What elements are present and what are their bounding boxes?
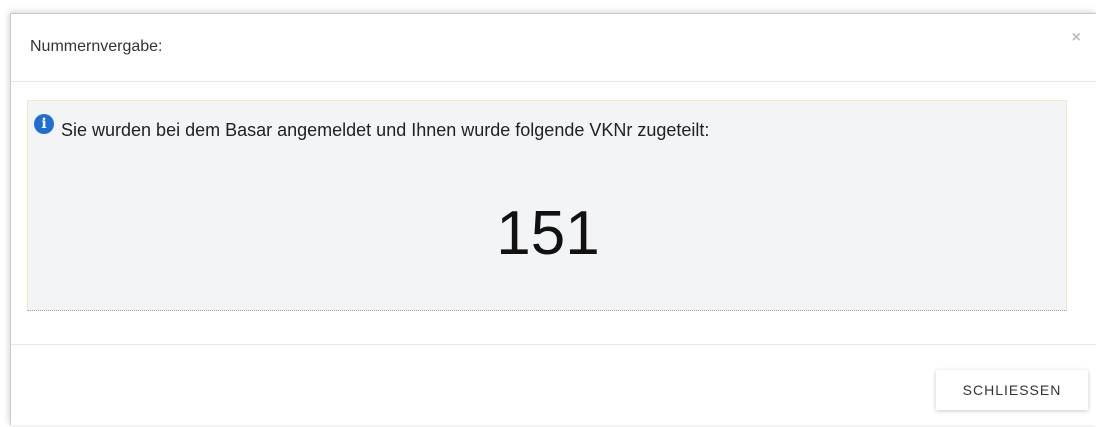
- dialog-header: Nummernvergabe: ×: [11, 14, 1096, 82]
- info-icon: i: [34, 114, 54, 134]
- close-icon[interactable]: ×: [1072, 30, 1081, 46]
- close-button[interactable]: SCHLIESSEN: [936, 370, 1088, 410]
- vk-number: 151: [496, 199, 600, 268]
- number-assignment-dialog: Nummernvergabe: × i Sie wurden bei dem B…: [10, 13, 1096, 425]
- info-message: Sie wurden bei dem Basar angemeldet und …: [61, 120, 710, 140]
- info-alert: i Sie wurden bei dem Basar angemeldet un…: [27, 100, 1067, 311]
- dialog-title: Nummernvergabe:: [30, 38, 163, 55]
- dialog-footer: SCHLIESSEN: [11, 344, 1096, 427]
